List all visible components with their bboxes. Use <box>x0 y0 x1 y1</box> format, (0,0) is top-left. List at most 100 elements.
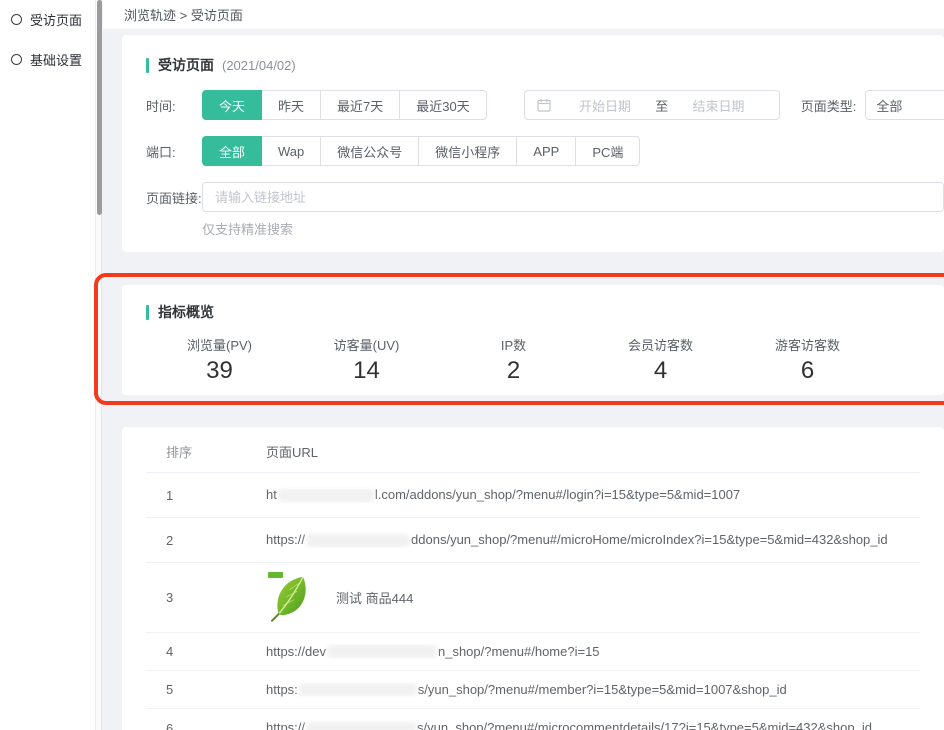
time-filter-group: 今天 昨天 最近7天 最近30天 <box>202 90 487 120</box>
page-type-value: 全部 <box>876 96 902 115</box>
main-content: 浏览轨迹 > 受访页面 受访页面 (2021/04/02) 时间: 今天 昨天 … <box>103 0 944 730</box>
page-type-select[interactable]: 全部 <box>865 90 944 120</box>
url-suffix: ddons/yun_shop/?menu#/microHome/microInd… <box>411 532 888 547</box>
filter-card-date: (2021/04/02) <box>222 58 296 73</box>
metrics-row: 浏览量(PV) 39 访客量(UV) 14 IP数 2 会员访客数 4 游客访客… <box>146 335 881 383</box>
metric-value: 2 <box>440 357 587 383</box>
row-url: https:s/yun_shop/?menu#/member?i=15&type… <box>266 682 920 697</box>
row-rank: 2 <box>146 533 266 548</box>
time-option-最近30天[interactable]: 最近30天 <box>399 90 486 120</box>
table-row[interactable]: 4 https://dev n_shop/?menu#/home?i=15 <box>146 633 920 671</box>
date-range-picker[interactable]: 开始日期 至 结束日期 <box>524 90 780 120</box>
port-option-微信小程序[interactable]: 微信小程序 <box>418 136 517 166</box>
port-filter-label: 端口: <box>146 142 202 161</box>
port-option-微信公众号[interactable]: 微信公众号 <box>320 136 419 166</box>
sidebar-item-label: 受访页面 <box>30 10 82 29</box>
metric-label: 游客访客数 <box>734 335 881 351</box>
row-rank: 3 <box>146 590 266 605</box>
circle-icon <box>11 54 22 65</box>
breadcrumb-text: 浏览轨迹 > 受访页面 <box>124 5 243 24</box>
leaf-image <box>266 571 320 625</box>
metric-label: 访客量(UV) <box>293 335 440 351</box>
redacted-patch <box>278 489 374 502</box>
metric-value: 6 <box>734 357 881 383</box>
metrics-card: 指标概览 浏览量(PV) 39 访客量(UV) 14 IP数 2 会员访客数 4… <box>122 285 944 395</box>
time-filter-label: 时间: <box>146 96 202 115</box>
start-date-placeholder[interactable]: 开始日期 <box>557 96 654 115</box>
metrics-card-title: 指标概览 <box>158 302 214 322</box>
port-filter-row: 端口: 全部 Wap 微信公众号 微信小程序 APP PC端 <box>146 136 920 166</box>
metric-value: 14 <box>293 357 440 383</box>
scrollbar-thumb[interactable] <box>97 0 102 215</box>
metric: 浏览量(PV) 39 <box>146 335 293 383</box>
row-rank: 4 <box>146 644 266 659</box>
col-header-url: 页面URL <box>266 442 920 461</box>
col-header-rank: 排序 <box>146 442 266 461</box>
url-suffix: s/yun_shop/?menu#/microcommentdetails/17… <box>417 720 872 730</box>
url-prefix: https: <box>266 682 298 697</box>
date-range-separator: 至 <box>653 96 670 115</box>
metric-label: 浏览量(PV) <box>146 335 293 351</box>
end-date-placeholder[interactable]: 结束日期 <box>670 96 767 115</box>
section-accent-bar <box>146 58 149 73</box>
table-body: 1 ht l.com/addons/yun_shop/?menu#/login?i… <box>146 473 920 730</box>
redacted-patch <box>306 722 416 730</box>
sidebar-item-0[interactable]: 受访页面 <box>0 6 95 32</box>
table-row[interactable]: 6 https:// s/yun_shop/?menu#/microcomment… <box>146 709 920 730</box>
time-option-昨天[interactable]: 昨天 <box>261 90 321 120</box>
metrics-card-header: 指标概览 <box>146 303 920 321</box>
calendar-icon <box>537 98 551 112</box>
url-prefix: https://dev <box>266 644 326 659</box>
time-filter-row: 时间: 今天 昨天 最近7天 最近30天 开始日期 至 结束日期 页面类型: <box>146 90 920 120</box>
redacted-patch <box>306 534 410 547</box>
url-suffix: n_shop/?menu#/home?i=15 <box>438 644 600 659</box>
table-row[interactable]: 1 ht l.com/addons/yun_shop/?menu#/login?i… <box>146 473 920 518</box>
product-thumbnail <box>266 571 320 625</box>
url-suffix: l.com/addons/yun_shop/?menu#/login?i=15&… <box>375 487 740 502</box>
sidebar-item-1[interactable]: 基础设置 <box>0 46 95 72</box>
metric-value: 4 <box>587 357 734 383</box>
table-row[interactable]: 5 https:s/yun_shop/?menu#/member?i=15&ty… <box>146 671 920 709</box>
row-rank: 6 <box>146 721 266 730</box>
port-option-APP[interactable]: APP <box>516 136 576 166</box>
table-header-row: 排序 页面URL <box>146 431 920 473</box>
port-option-Wap[interactable]: Wap <box>261 136 321 166</box>
row-url: https://ddons/yun_shop/?menu#/microHome/… <box>266 532 920 547</box>
metric: IP数 2 <box>440 335 587 383</box>
filter-card: 受访页面 (2021/04/02) 时间: 今天 昨天 最近7天 最近30天 开… <box>122 35 944 252</box>
url-prefix: https:// <box>266 720 305 730</box>
metric-label: IP数 <box>440 335 587 351</box>
vertical-scrollbar[interactable] <box>95 0 102 730</box>
breadcrumb: 浏览轨迹 > 受访页面 <box>103 0 944 29</box>
redacted-patch <box>327 645 437 658</box>
metric: 会员访客数 4 <box>587 335 734 383</box>
time-option-今天[interactable]: 今天 <box>202 90 262 120</box>
metric: 游客访客数 6 <box>734 335 881 383</box>
metric-value: 39 <box>146 357 293 383</box>
metrics-section: 指标概览 浏览量(PV) 39 访客量(UV) 14 IP数 2 会员访客数 4… <box>103 285 944 395</box>
row-url: https://dev n_shop/?menu#/home?i=15 <box>266 644 920 659</box>
product-name: 测试 商品444 <box>336 588 413 607</box>
table-row[interactable]: 2 https://ddons/yun_shop/?menu#/microHom… <box>146 518 920 563</box>
metric: 访客量(UV) 14 <box>293 335 440 383</box>
page-type-label: 页面类型: <box>801 96 857 115</box>
metric-label: 会员访客数 <box>587 335 734 351</box>
table-row[interactable]: 3 测试 商品444 <box>146 563 920 633</box>
filter-card-title: 受访页面 <box>158 55 214 75</box>
page-link-input[interactable] <box>202 182 944 212</box>
url-prefix: ht <box>266 487 277 502</box>
filter-card-header: 受访页面 (2021/04/02) <box>146 56 920 74</box>
time-option-最近7天[interactable]: 最近7天 <box>320 90 400 120</box>
sidebar: 受访页面 基础设置 <box>0 0 95 730</box>
url-table-card: 排序 页面URL 1 ht l.com/addons/yun_shop/?menu… <box>122 427 944 730</box>
section-accent-bar <box>146 305 149 320</box>
row-product: 测试 商品444 <box>266 571 920 625</box>
page-link-row: 页面链接: <box>146 182 920 212</box>
row-rank: 1 <box>146 488 266 503</box>
row-url: ht l.com/addons/yun_shop/?menu#/login?i=1… <box>266 487 920 502</box>
sidebar-item-label: 基础设置 <box>30 50 82 69</box>
port-option-PC端[interactable]: PC端 <box>575 136 640 166</box>
row-url: https:// s/yun_shop/?menu#/microcommentde… <box>266 720 920 730</box>
product-badge <box>268 572 283 578</box>
port-option-全部[interactable]: 全部 <box>202 136 262 166</box>
